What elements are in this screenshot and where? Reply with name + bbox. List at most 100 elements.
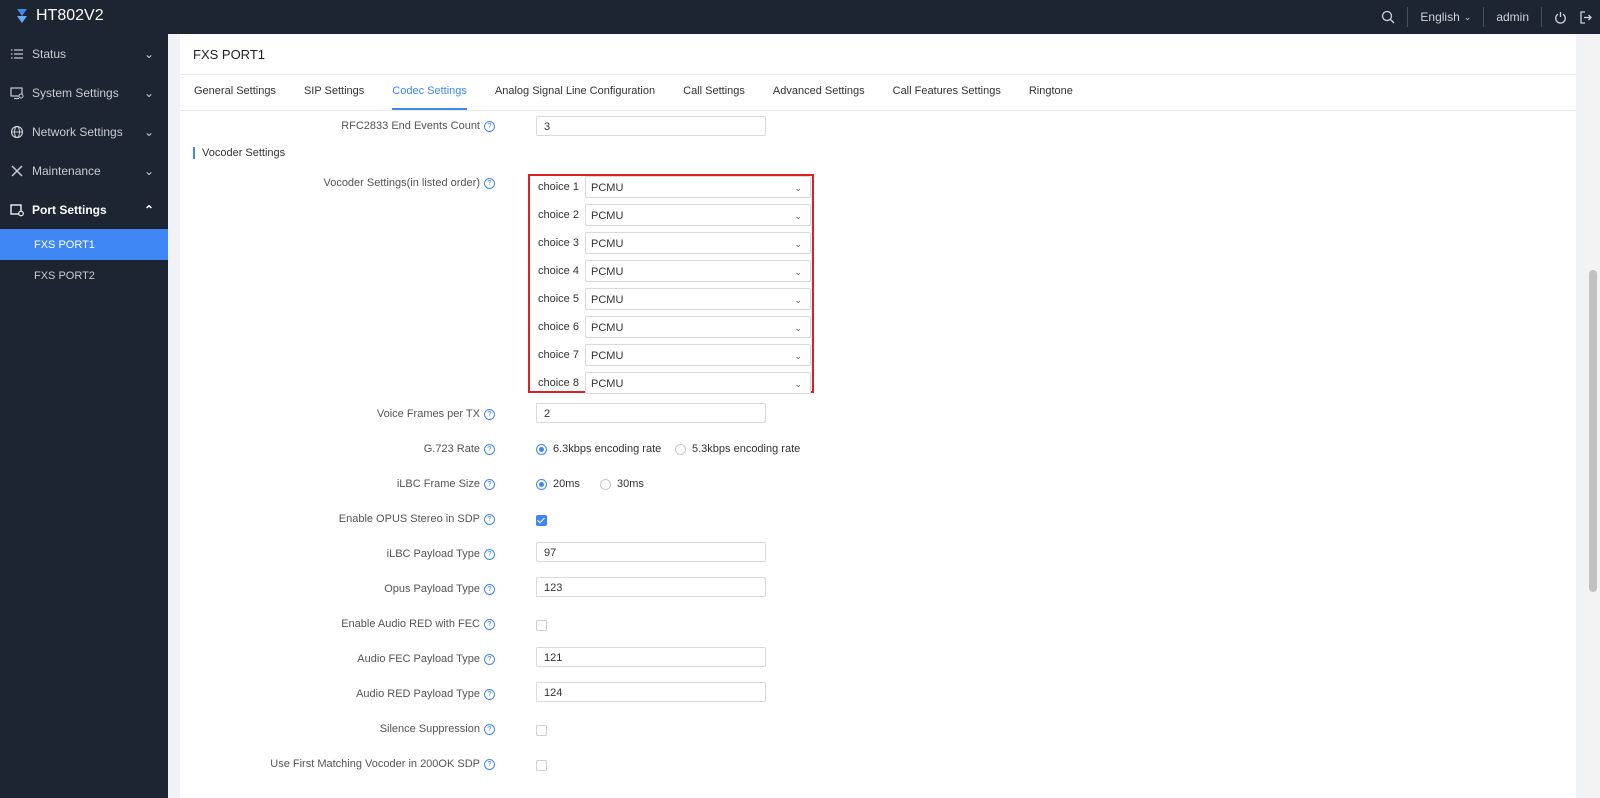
chevron-down-icon: ⌄ (794, 211, 802, 221)
chevron-down-icon: ⌄ (794, 323, 802, 333)
vocoder-choice-8-select[interactable]: PCMU ⌄ (585, 372, 811, 394)
audio-fec-payload-input[interactable]: 121 (536, 647, 766, 667)
search-icon (1382, 10, 1395, 24)
sidebar-item-label: Network Settings (32, 124, 123, 139)
help-icon[interactable]: ? (484, 548, 495, 560)
audio-red-payload-input[interactable]: 124 (536, 682, 766, 702)
help-icon[interactable]: ? (484, 478, 495, 490)
sidebar-item-label: Port Settings (32, 202, 107, 217)
sidebar-item-maintenance[interactable]: Maintenance ⌄ (0, 151, 168, 190)
chevron-down-icon: ⌄ (143, 164, 154, 178)
scrollbar-thumb[interactable] (1589, 270, 1597, 592)
sidebar-item-status[interactable]: Status ⌄ (0, 34, 168, 73)
vocoder-choice-2-select[interactable]: PCMU ⌄ (585, 204, 811, 226)
opus-payload-label: Opus Payload Type? (165, 583, 495, 595)
reboot-button[interactable] (1542, 0, 1573, 34)
sidebar-subitem-fxs-port1[interactable]: FXS PORT1 (0, 229, 168, 260)
rfc2833-input[interactable]: 3 (536, 116, 766, 136)
ilbc-payload-label: iLBC Payload Type? (165, 548, 495, 560)
choice-label: choice 4 (538, 265, 579, 277)
choice-label: choice 8 (538, 377, 579, 389)
tab-general-settings[interactable]: General Settings (180, 74, 290, 110)
g723-rate-6-3-radio[interactable]: 6.3kbps encoding rate (536, 443, 661, 455)
voice-frames-label: Voice Frames per TX? (165, 408, 495, 420)
scrollbar[interactable] (1586, 34, 1600, 798)
vocoder-choice-3-select[interactable]: PCMU ⌄ (585, 232, 811, 254)
audio-red-fec-checkbox[interactable] (536, 620, 547, 631)
language-select[interactable]: English ⌄ (1408, 0, 1483, 34)
first-matching-vocoder-checkbox[interactable] (536, 760, 547, 771)
page-title: FXS PORT1 (193, 47, 266, 62)
sidebar-item-network-settings[interactable]: Network Settings ⌄ (0, 112, 168, 151)
help-icon[interactable]: ? (484, 653, 495, 665)
page-header: FXS PORT1 (180, 34, 1576, 75)
user-menu[interactable]: admin (1484, 0, 1541, 34)
logout-icon (1580, 10, 1592, 24)
vocoder-label: Vocoder Settings(in listed order)? (165, 177, 495, 189)
tab-ringtone[interactable]: Ringtone (1015, 74, 1087, 110)
help-icon[interactable]: ? (484, 177, 495, 189)
silence-suppression-checkbox[interactable] (536, 725, 547, 736)
choice-label: choice 6 (538, 321, 579, 333)
top-bar: HT802V2 English ⌄ admin (0, 0, 1600, 34)
g723-rate-5-3-radio[interactable]: 5.3kbps encoding rate (675, 443, 800, 455)
vocoder-choice-7-select[interactable]: PCMU ⌄ (585, 344, 811, 366)
voice-frames-input[interactable]: 2 (536, 403, 766, 423)
silence-suppression-label: Silence Suppression? (165, 723, 495, 735)
ilbc-frame-20ms-radio[interactable]: 20ms (536, 478, 580, 490)
chevron-down-icon: ⌄ (143, 125, 154, 139)
help-icon[interactable]: ? (484, 408, 495, 420)
help-icon[interactable]: ? (484, 723, 495, 735)
tab-advanced-settings[interactable]: Advanced Settings (759, 74, 879, 110)
vocoder-choice-1-select[interactable]: PCMU ⌄ (585, 176, 811, 198)
language-label: English (1420, 10, 1460, 24)
radio-selected (536, 478, 547, 490)
vocoder-choice-4-select[interactable]: PCMU ⌄ (585, 260, 811, 282)
section-title-vocoder: Vocoder Settings (193, 147, 285, 159)
help-icon[interactable]: ? (484, 583, 495, 595)
chevron-down-icon: ⌄ (794, 267, 802, 277)
audio-red-payload-label: Audio RED Payload Type? (165, 688, 495, 700)
radio-selected (536, 443, 547, 455)
tab-call-settings[interactable]: Call Settings (669, 74, 759, 110)
chevron-down-icon: ⌄ (794, 351, 802, 361)
globe-icon (10, 125, 24, 138)
ilbc-frame-30ms-radio[interactable]: 30ms (600, 478, 644, 490)
tab-bar: General Settings SIP Settings Codec Sett… (180, 74, 1576, 111)
help-icon[interactable]: ? (484, 688, 495, 700)
chevron-down-icon: ⌄ (794, 379, 802, 389)
tab-codec-settings[interactable]: Codec Settings (378, 74, 481, 110)
choice-label: choice 1 (538, 181, 579, 193)
tab-call-features-settings[interactable]: Call Features Settings (879, 74, 1015, 110)
tab-sip-settings[interactable]: SIP Settings (290, 74, 378, 110)
vocoder-choice-6-select[interactable]: PCMU ⌄ (585, 316, 811, 338)
logout-button[interactable] (1573, 0, 1600, 34)
help-icon[interactable]: ? (484, 618, 495, 630)
app-logo[interactable]: HT802V2 (14, 7, 104, 25)
brand-logo-icon (17, 9, 27, 23)
choice-label: choice 2 (538, 209, 579, 221)
tools-icon (11, 164, 23, 177)
tab-analog-signal-line-configuration[interactable]: Analog Signal Line Configuration (481, 74, 669, 110)
ilbc-payload-input[interactable]: 97 (536, 542, 766, 562)
help-icon[interactable]: ? (484, 120, 495, 132)
chevron-down-icon: ⌄ (143, 86, 154, 100)
sidebar-item-label: System Settings (32, 85, 119, 100)
help-icon[interactable]: ? (484, 443, 495, 455)
help-icon[interactable]: ? (484, 513, 495, 525)
radio-unselected (600, 478, 611, 490)
opus-payload-input[interactable]: 123 (536, 577, 766, 597)
sidebar-item-system-settings[interactable]: System Settings ⌄ (0, 73, 168, 112)
vocoder-choices-highlight: choice 1 PCMU ⌄ choice 2 PCMU ⌄ choice 3 P… (528, 174, 814, 394)
opus-stereo-checkbox[interactable] (536, 515, 547, 526)
sidebar: Status ⌄ System Settings ⌄ Network Setti… (0, 34, 168, 798)
search-button[interactable] (1369, 0, 1407, 34)
vocoder-choice-5-select[interactable]: PCMU ⌄ (585, 288, 811, 310)
audio-fec-payload-label: Audio FEC Payload Type? (165, 653, 495, 665)
sidebar-item-port-settings[interactable]: Port Settings ⌃ (0, 190, 168, 229)
sidebar-subitem-fxs-port2[interactable]: FXS PORT2 (0, 260, 168, 291)
chevron-down-icon: ⌄ (794, 295, 802, 305)
port-icon (10, 203, 24, 216)
ilbc-frame-size-label: iLBC Frame Size? (165, 478, 495, 490)
help-icon[interactable]: ? (484, 758, 495, 770)
